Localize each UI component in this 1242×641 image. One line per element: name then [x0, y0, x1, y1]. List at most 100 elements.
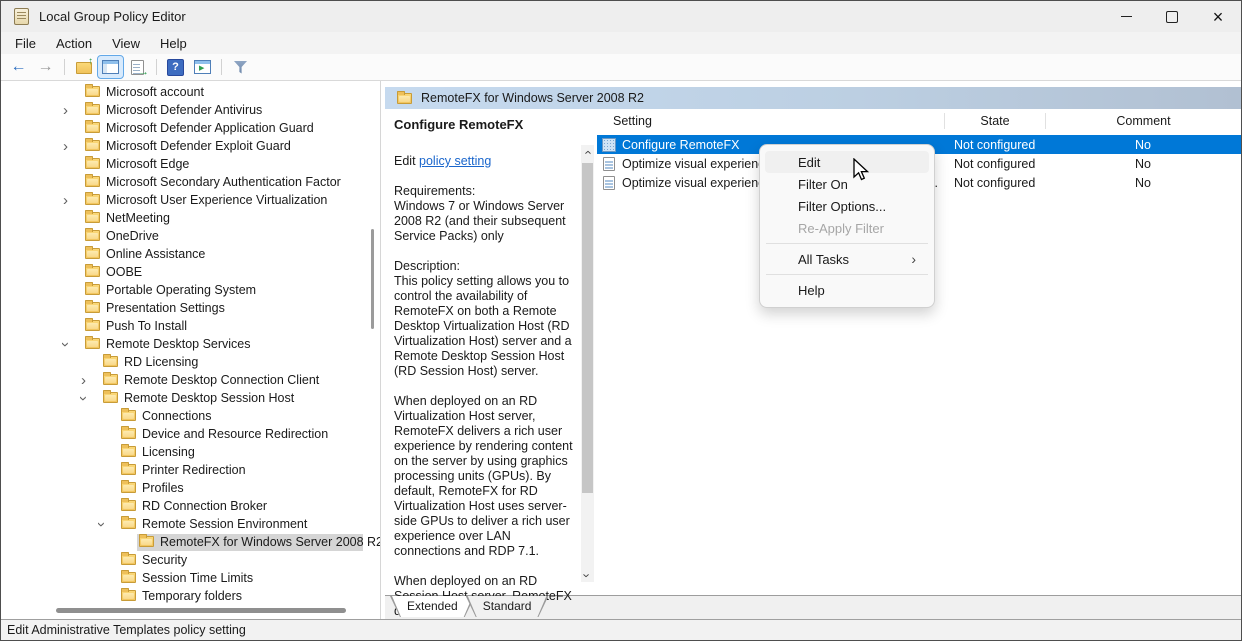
tree-chevron-icon[interactable]	[63, 337, 83, 352]
tree-node[interactable]: Presentation Settings	[83, 300, 230, 317]
tree-node[interactable]: Microsoft Secondary Authentication Facto…	[83, 174, 346, 191]
tree-item[interactable]: Printer Redirection	[1, 461, 380, 479]
tree-chevron-icon[interactable]	[63, 103, 83, 118]
tree-item[interactable]: NetMeeting	[1, 209, 380, 227]
tree-chevron-icon[interactable]	[63, 193, 83, 208]
policy-setting-link[interactable]: policy setting	[419, 154, 491, 168]
tree-node[interactable]: Connections	[119, 408, 217, 425]
tree-item[interactable]: Microsoft Edge	[1, 155, 380, 173]
column-header-state[interactable]: State	[944, 113, 1045, 129]
tree-item[interactable]: Microsoft Defender Antivirus	[1, 101, 380, 119]
tree-node[interactable]: Remote Desktop Services	[83, 336, 256, 353]
tree-item[interactable]: Licensing	[1, 443, 380, 461]
tree-node[interactable]: Session Time Limits	[119, 570, 258, 587]
setting-description-panel: Configure RemoteFX Edit policy setting R…	[385, 109, 580, 595]
context-menu-item[interactable]: Help	[765, 279, 929, 301]
up-one-level-icon[interactable]	[71, 56, 96, 78]
tree-item[interactable]: Push To Install	[1, 317, 380, 335]
view-tab[interactable]: Extended	[390, 596, 475, 617]
tree-chevron-icon[interactable]	[81, 373, 101, 388]
tree-chevron-icon[interactable]	[81, 391, 101, 406]
tree-node[interactable]: Remote Session Environment	[119, 516, 312, 533]
context-menu-item[interactable]: Edit	[765, 151, 929, 173]
tree-node[interactable]: Microsoft Defender Exploit Guard	[83, 138, 296, 155]
tree-item[interactable]: Remote Desktop Connection Client	[1, 371, 380, 389]
minimize-button[interactable]	[1103, 1, 1149, 32]
tree-node[interactable]: Security	[119, 552, 192, 569]
tree-node[interactable]: Microsoft Edge	[83, 156, 194, 173]
tree-horizontal-scrollbar[interactable]	[56, 608, 346, 613]
tree-node[interactable]: Microsoft Defender Antivirus	[83, 102, 267, 119]
tree-item[interactable]: OneDrive	[1, 227, 380, 245]
tree-node[interactable]: RemoteFX for Windows Server 2008 R2	[137, 534, 363, 551]
tree-item[interactable]: Remote Desktop Services	[1, 335, 380, 353]
tree-node[interactable]: Profiles	[119, 480, 189, 497]
tree-item[interactable]: Connections	[1, 407, 380, 425]
tree-node[interactable]: Microsoft Defender Application Guard	[83, 120, 319, 137]
show-window-icon[interactable]	[190, 56, 215, 78]
export-list-icon[interactable]	[125, 56, 150, 78]
tree-item[interactable]: Portable Operating System	[1, 281, 380, 299]
close-button[interactable]	[1195, 1, 1241, 32]
tree-node[interactable]: RD Licensing	[101, 354, 203, 371]
tree-node[interactable]: Printer Redirection	[119, 462, 251, 479]
context-menu-item[interactable]: Filter Options...	[765, 195, 929, 217]
tree-item[interactable]: Remote Session Environment	[1, 515, 380, 533]
help-icon[interactable]	[163, 56, 188, 78]
show-console-tree-icon[interactable]	[98, 56, 123, 78]
tree-item[interactable]: RD Licensing	[1, 353, 380, 371]
menu-bar-item[interactable]: Help	[150, 34, 197, 53]
menu-bar-item[interactable]: View	[102, 34, 150, 53]
tree-node[interactable]: Remote Desktop Session Host	[101, 390, 299, 407]
tree-item[interactable]: OOBE	[1, 263, 380, 281]
tree-item[interactable]: Session Time Limits	[1, 569, 380, 587]
tree-item[interactable]: Microsoft Defender Application Guard	[1, 119, 380, 137]
description-scrollbar[interactable]	[580, 109, 595, 595]
tree-node[interactable]: Licensing	[119, 444, 200, 461]
column-header-setting[interactable]: Setting	[597, 114, 944, 128]
scroll-down-icon[interactable]	[581, 568, 594, 582]
tree-item[interactable]: Microsoft Secondary Authentication Facto…	[1, 173, 380, 191]
tree-node[interactable]: Temporary folders	[119, 588, 247, 605]
tree-node[interactable]: Portable Operating System	[83, 282, 261, 299]
forward-icon[interactable]	[33, 56, 58, 78]
tree-item[interactable]: Microsoft Defender Exploit Guard	[1, 137, 380, 155]
back-icon[interactable]	[6, 56, 31, 78]
tree-node[interactable]: Device and Resource Redirection	[119, 426, 333, 443]
tree-item[interactable]: Security	[1, 551, 380, 569]
tree-node[interactable]: OOBE	[83, 264, 147, 281]
tree-node[interactable]: OneDrive	[83, 228, 164, 245]
tree-chevron-icon[interactable]	[63, 139, 83, 154]
state-cell: Not configured	[944, 138, 1045, 152]
maximize-button[interactable]	[1149, 1, 1195, 32]
filter-icon[interactable]	[228, 56, 253, 78]
context-menu-item[interactable]: Filter On	[765, 173, 929, 195]
tree-item[interactable]: Presentation Settings	[1, 299, 380, 317]
scroll-up-icon[interactable]	[581, 145, 594, 159]
tree-item[interactable]: Microsoft account	[1, 83, 380, 101]
tree-item[interactable]: RemoteFX for Windows Server 2008 R2	[1, 533, 380, 551]
tree-vertical-scrollbar[interactable]	[371, 229, 374, 329]
tree-node[interactable]: RD Connection Broker	[119, 498, 272, 515]
tree-node[interactable]: Online Assistance	[83, 246, 210, 263]
tree-item[interactable]: Temporary folders	[1, 587, 380, 605]
tree-item[interactable]: RD Connection Broker	[1, 497, 380, 515]
tree-item[interactable]: Microsoft User Experience Virtualization	[1, 191, 380, 209]
menu-bar-item[interactable]: File	[5, 34, 46, 53]
tree-item[interactable]: Online Assistance	[1, 245, 380, 263]
tree-node[interactable]: Push To Install	[83, 318, 192, 335]
scrollbar-thumb[interactable]	[582, 163, 593, 493]
context-menu-item[interactable]: All Tasks	[765, 248, 929, 270]
tree-node[interactable]: NetMeeting	[83, 210, 175, 227]
scrollbar-track[interactable]	[581, 145, 594, 582]
tree-item[interactable]: Profiles	[1, 479, 380, 497]
tree-node[interactable]: Microsoft User Experience Virtualization	[83, 192, 332, 209]
tree-chevron-icon[interactable]	[99, 517, 119, 532]
tree-item[interactable]: Device and Resource Redirection	[1, 425, 380, 443]
column-header-comment[interactable]: Comment	[1045, 113, 1241, 129]
tree-item[interactable]: Remote Desktop Session Host	[1, 389, 380, 407]
tree-node[interactable]: Microsoft account	[83, 84, 209, 101]
menu-bar-item[interactable]: Action	[46, 34, 102, 53]
view-tab[interactable]: Standard	[466, 596, 549, 617]
tree-node[interactable]: Remote Desktop Connection Client	[101, 372, 324, 389]
